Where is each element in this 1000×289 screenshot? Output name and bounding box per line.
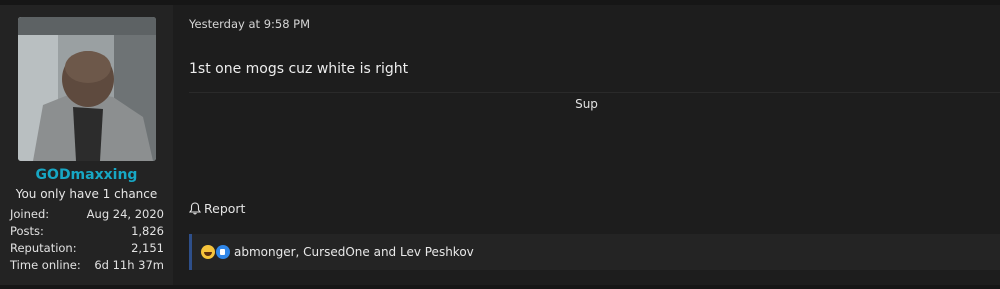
reactions-users[interactable]: abmonger, CursedOne and Lev Peshkov bbox=[234, 245, 474, 259]
avatar-image bbox=[18, 17, 156, 161]
post-body: 1st one mogs cuz white is right bbox=[189, 61, 409, 77]
signature: Sup bbox=[575, 97, 598, 111]
stat-value: 6d 11h 37m bbox=[94, 258, 164, 272]
stat-row-time-online: Time online: 6d 11h 37m bbox=[10, 257, 164, 274]
user-title: You only have 1 chance bbox=[15, 187, 158, 201]
thumbs-up-icon bbox=[216, 245, 230, 259]
stat-row-joined: Joined: Aug 24, 2020 bbox=[10, 206, 164, 223]
user-stats: Joined: Aug 24, 2020 Posts: 1,826 Reputa… bbox=[10, 206, 164, 274]
stat-label: Reputation: bbox=[10, 241, 77, 255]
stat-value: 2,151 bbox=[131, 241, 164, 255]
username[interactable]: GODmaxxing bbox=[0, 167, 173, 183]
stat-value: 1,826 bbox=[131, 224, 164, 238]
stat-label: Time online: bbox=[10, 258, 81, 272]
stat-value: Aug 24, 2020 bbox=[86, 207, 164, 221]
reactions-bar[interactable]: abmonger, CursedOne and Lev Peshkov bbox=[189, 234, 1000, 270]
signature-divider bbox=[189, 92, 1000, 93]
report-button[interactable]: Report bbox=[189, 201, 245, 216]
post-content: Yesterday at 9:58 PM 1st one mogs cuz wh… bbox=[173, 5, 1000, 285]
stat-label: Joined: bbox=[10, 207, 50, 221]
post-date[interactable]: Yesterday at 9:58 PM bbox=[189, 17, 310, 31]
laughing-face-icon bbox=[201, 245, 215, 259]
user-info-panel: GODmaxxing You only have 1 chance Joined… bbox=[0, 5, 173, 285]
stat-row-posts: Posts: 1,826 bbox=[10, 223, 164, 240]
stat-label: Posts: bbox=[10, 224, 44, 238]
stat-row-reputation: Reputation: 2,151 bbox=[10, 240, 164, 257]
report-label: Report bbox=[204, 201, 246, 216]
avatar[interactable] bbox=[18, 17, 156, 161]
bell-icon bbox=[189, 202, 201, 215]
post: GODmaxxing You only have 1 chance Joined… bbox=[0, 5, 1000, 285]
